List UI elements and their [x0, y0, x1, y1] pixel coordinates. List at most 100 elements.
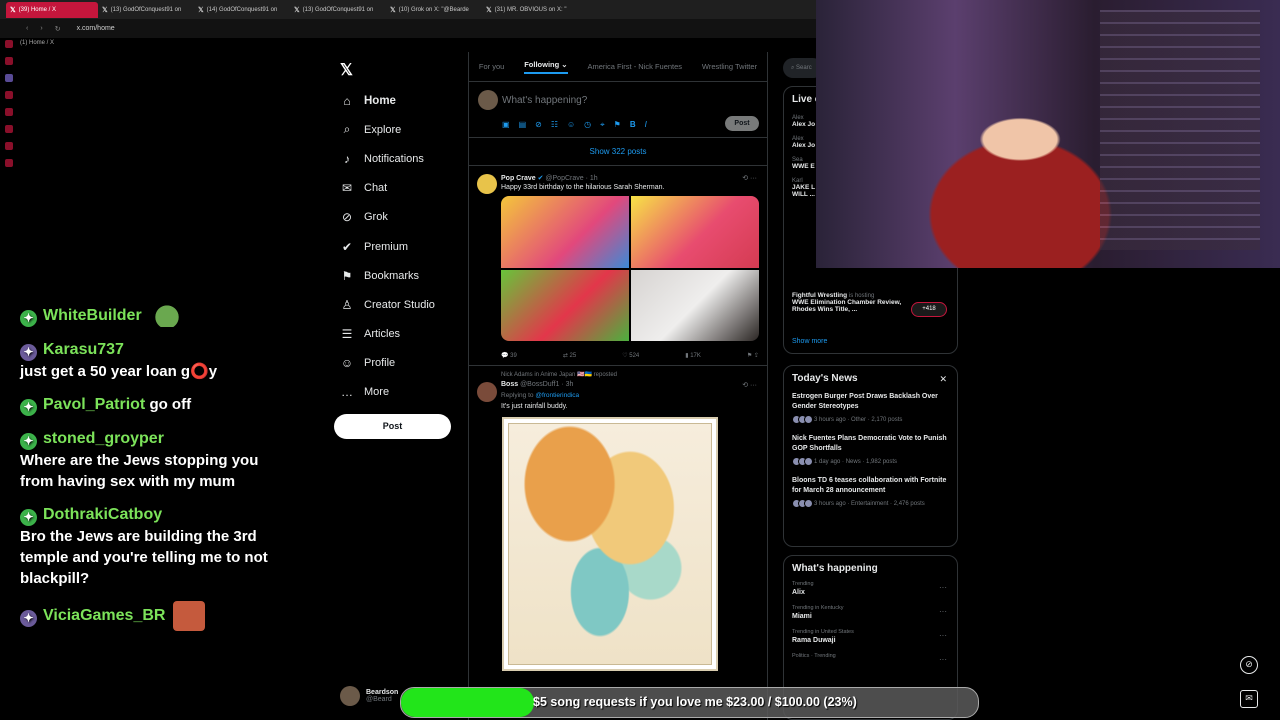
tweet[interactable]: Nick Adams in Anime Japan 🇺🇸🇺🇦 reposted …	[469, 366, 767, 688]
timeline: For you Following ⌄ America First - Nick…	[468, 52, 768, 720]
trend-name: Miami	[792, 613, 812, 620]
close-icon[interactable]: ✕	[939, 374, 947, 385]
composer-post-button[interactable]: Post	[725, 116, 759, 131]
more-icon[interactable]: ···	[939, 607, 947, 616]
reload-icon[interactable]: ↻	[55, 25, 61, 33]
like-button[interactable]: ♡ 524	[622, 352, 639, 359]
nav-item-bookmarks[interactable]: ⚑ Bookmarks	[340, 261, 435, 290]
nav-item-notifications[interactable]: ♪ Notifications	[340, 144, 435, 173]
repost-button[interactable]: ⇄ 25	[563, 352, 576, 359]
browser-tab[interactable]: 𝕏 (31) MR. OBVIOUS on X: "	[482, 2, 578, 18]
tab-label: (31) MR. OBVIOUS on X: "	[494, 6, 567, 13]
tweet-image[interactable]	[501, 269, 629, 341]
nav-item-home[interactable]: ⌂ Home	[340, 86, 435, 115]
schedule-icon[interactable]: ◷	[584, 120, 591, 130]
author-name[interactable]: Boss	[501, 381, 518, 388]
sidebar-app-icon[interactable]	[5, 125, 13, 133]
chat-message: ✦ DothrakiCatboy Bro the Jews are building…	[20, 504, 280, 589]
grok-icon[interactable]: ⊘	[1240, 656, 1258, 674]
author-handle[interactable]: @PopCrave · 1h	[545, 175, 597, 182]
trend-context: Trending in Kentucky	[792, 605, 844, 611]
show-more-link[interactable]: Show more	[792, 338, 827, 345]
nav-item-grok[interactable]: ⊘ Grok	[340, 203, 435, 232]
reply-button[interactable]: 💬 39	[501, 352, 517, 359]
browser-tab[interactable]: 𝕏 (10) Grok on X: "@Bearde	[386, 2, 482, 18]
tweet-image-map[interactable]	[502, 417, 718, 671]
nav-item-explore[interactable]: ⌕ Explore	[340, 115, 435, 144]
trend-item[interactable]: Trending in Kentucky Miami ···	[784, 602, 957, 626]
sidebar-app-icon[interactable]	[5, 40, 13, 48]
bookmark-share-icons[interactable]: ⚑ ⇪	[747, 352, 759, 359]
nav-item-creator-studio[interactable]: ♙ Creator Studio	[340, 290, 435, 319]
tweet-image[interactable]	[501, 196, 629, 268]
browser-tab[interactable]: 𝕏 (39) Home / X	[6, 1, 98, 18]
gif-icon[interactable]: ▤	[519, 120, 527, 130]
sidebar-app-icon[interactable]	[5, 91, 13, 99]
forward-icon[interactable]: ›	[40, 25, 42, 33]
grok-icon[interactable]: ⊘	[535, 120, 542, 130]
tab-label: (10) Grok on X: "@Bearde	[398, 6, 469, 13]
tab-america-first[interactable]: America First - Nick Fuentes	[587, 62, 682, 71]
listener-count[interactable]: +418	[911, 302, 947, 317]
nav-item-profile[interactable]: ☺ Profile	[340, 349, 435, 378]
donation-goal-bar: $5 song requests if you love me $23.00 /…	[400, 687, 979, 718]
italic-icon[interactable]: I	[645, 120, 647, 130]
bold-icon[interactable]: B	[630, 120, 636, 130]
x-logo-icon[interactable]: 𝕏	[340, 60, 353, 80]
nav-label: Chat	[364, 182, 388, 195]
sidebar-app-icon[interactable]	[5, 142, 13, 150]
account-switcher[interactable]: Beardson @Beard	[340, 686, 398, 706]
tweet[interactable]: Pop Crave ✔ @PopCrave · 1h ⟲ ··· Happy 3…	[469, 166, 767, 366]
poll-icon[interactable]: ☷	[551, 120, 558, 130]
back-icon[interactable]: ‹	[26, 25, 28, 33]
browser-tab[interactable]: 𝕏 (14) GodOfConquest91 on	[194, 2, 290, 18]
composer-input[interactable]: What's happening?	[502, 95, 587, 106]
nav-item-premium[interactable]: ✔ Premium	[340, 232, 435, 261]
author-name[interactable]: Pop Crave	[501, 175, 536, 182]
browser-tab[interactable]: 𝕏 (13) GodOfConquest91 on	[98, 2, 194, 18]
news-item[interactable]: Bloons TD 6 teases collaboration with Fo…	[784, 472, 957, 514]
more-icon[interactable]: ⟲ ···	[742, 381, 757, 389]
more-icon[interactable]: ···	[939, 583, 947, 592]
sidebar-app-icon[interactable]	[5, 74, 13, 82]
views-button[interactable]: ▮ 17K	[685, 352, 701, 359]
nav-label: Home	[364, 94, 396, 107]
trend-item[interactable]: Politics · Trending ···	[784, 650, 957, 667]
reply-to-link[interactable]: @frontierindica	[535, 392, 579, 399]
chat-badge-icon: ✦	[20, 610, 37, 627]
url-text[interactable]: x.com/home	[77, 25, 115, 32]
trend-name: Rama Duwaji	[792, 637, 836, 644]
sidebar-app-icon[interactable]	[5, 57, 13, 65]
trend-item[interactable]: Trending Alix ···	[784, 578, 957, 602]
nav-item-more[interactable]: … More	[340, 378, 435, 407]
author-handle[interactable]: @BossDuff1 · 3h	[520, 381, 573, 388]
news-item[interactable]: Nick Fuentes Plans Democratic Vote to Pu…	[784, 430, 957, 472]
avatar[interactable]	[477, 382, 497, 402]
tweet-image[interactable]	[631, 196, 759, 268]
more-icon[interactable]: ⟲ ···	[742, 174, 757, 182]
tab-following[interactable]: Following ⌄	[524, 60, 568, 74]
location-icon[interactable]: ⌖	[600, 120, 605, 130]
messages-icon[interactable]: ✉	[1240, 690, 1258, 708]
more-icon[interactable]: ···	[939, 631, 947, 640]
flag-icon[interactable]: ⚑	[614, 120, 621, 130]
sidebar-app-icon[interactable]	[5, 108, 13, 116]
nav-item-articles[interactable]: ☰ Articles	[340, 320, 435, 349]
tweet-image[interactable]	[631, 269, 759, 341]
tab-for-you[interactable]: For you	[479, 62, 504, 71]
more-icon[interactable]: ···	[939, 655, 947, 664]
emoji-icon[interactable]: ☺	[567, 120, 575, 130]
chat-emote-icon	[149, 305, 184, 328]
bookmark-item[interactable]: (1) Home / X	[20, 40, 54, 46]
news-item[interactable]: Estrogen Burger Post Draws Backlash Over…	[784, 388, 957, 430]
show-new-posts[interactable]: Show 322 posts	[469, 138, 767, 166]
post-button[interactable]: Post	[334, 414, 451, 439]
tweet-media-grid[interactable]	[501, 196, 759, 341]
media-icon[interactable]: ▣	[502, 120, 510, 130]
tab-wrestling-twitter[interactable]: Wrestling Twitter	[702, 62, 757, 71]
nav-item-chat[interactable]: ✉ Chat	[340, 174, 435, 203]
sidebar-app-icon[interactable]	[5, 159, 13, 167]
trend-item[interactable]: Trending in United States Rama Duwaji ···	[784, 626, 957, 650]
browser-tab[interactable]: 𝕏 (13) GodOfConquest91 on	[290, 2, 386, 18]
avatar[interactable]	[477, 174, 497, 194]
